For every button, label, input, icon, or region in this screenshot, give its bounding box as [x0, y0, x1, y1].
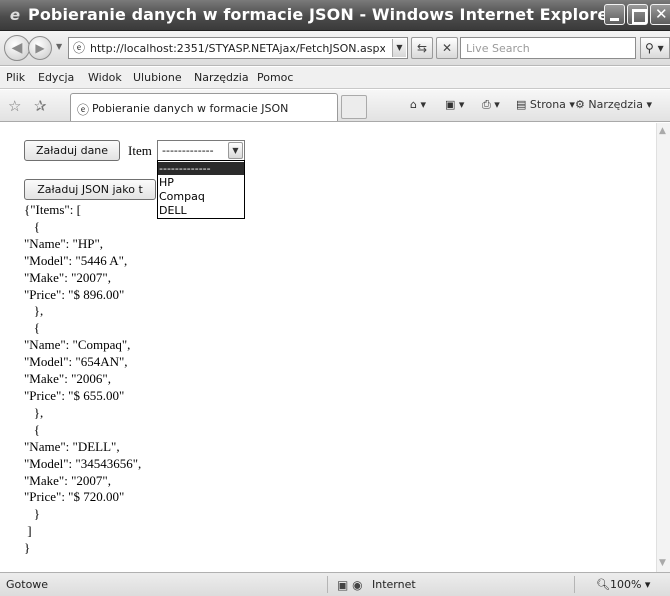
scroll-up-icon[interactable]: ▲: [659, 126, 666, 136]
search-icon[interactable]: ⚲ ▾: [640, 37, 670, 59]
json-line: "Price": "$ 896.00": [24, 286, 125, 302]
json-line: "Price": "$ 655.00": [24, 387, 125, 403]
menu-item-edit[interactable]: Edycja: [38, 71, 74, 84]
globe-icon: ▣ ◉: [337, 578, 363, 592]
page-icon: ▤: [516, 98, 527, 111]
window-title: Pobieranie danych w formacie JSON - Wind…: [28, 5, 617, 24]
menu-item-tools[interactable]: Narzędzia: [194, 71, 249, 84]
forward-button[interactable]: ▶: [28, 36, 52, 60]
json-line: }: [24, 540, 31, 556]
json-line: {"Items": [: [24, 202, 81, 217]
status-text: Gotowe: [6, 578, 49, 591]
status-divider: [327, 576, 328, 593]
maximize-button[interactable]: [627, 4, 648, 25]
status-bar: Gotowe ▣ ◉ Internet 🔍︎100% ▾: [0, 572, 670, 596]
vertical-scrollbar[interactable]: ▲ ▼: [656, 123, 670, 572]
json-line: {: [24, 320, 40, 336]
json-line: },: [24, 404, 44, 420]
item-select[interactable]: ------------- ▼: [157, 140, 245, 161]
json-line: },: [24, 303, 44, 319]
refresh-button[interactable]: ⇆: [411, 37, 433, 59]
json-line: "Price": "$ 720.00": [24, 489, 125, 505]
dropdown-option[interactable]: HP: [158, 176, 244, 189]
search-placeholder: Live Search: [466, 42, 530, 55]
json-line: "Name": "DELL",: [24, 438, 120, 454]
json-line: {: [24, 421, 40, 437]
menu-item-favorites[interactable]: Ulubione: [133, 71, 182, 84]
status-divider: [574, 576, 575, 593]
zoom-value: 100%: [609, 578, 642, 591]
favorites-star-icon[interactable]: ☆: [8, 97, 21, 115]
page-content: Załaduj dane Item ------------- ▼ Załadu…: [0, 123, 656, 572]
json-line: }: [24, 506, 40, 522]
url-text[interactable]: http://localhost:2351/STYASP.NETAjax/Fet…: [90, 42, 385, 55]
menu-item-file[interactable]: Plik: [6, 71, 25, 84]
tab-current[interactable]: ⓔ Pobieranie danych w formacie JSON: [70, 93, 338, 121]
home-icon[interactable]: ⌂ ▾: [410, 98, 426, 111]
stop-button[interactable]: ✕: [436, 37, 458, 59]
item-label: Item: [128, 143, 152, 158]
json-output: {"Items": [ {"Name": "HP", "Model": "5446…: [24, 202, 424, 557]
tab-favicon-icon: ⓔ: [77, 103, 90, 117]
gear-icon: ⚙: [575, 98, 585, 111]
json-line: "Model": "5446 A",: [24, 252, 128, 268]
add-favorites-icon[interactable]: ✰: [34, 97, 47, 115]
tab-toolbar: ☆ ✰ ⓔ Pobieranie danych w formacie JSON …: [0, 90, 670, 122]
zoom-level[interactable]: 🔍︎100% ▾: [596, 578, 650, 591]
menu-item-help[interactable]: Pomoc: [257, 71, 293, 84]
address-bar[interactable]: ⓔ http://localhost:2351/STYASP.NETAjax/F…: [68, 37, 408, 59]
tab-label: Pobieranie danych w formacie JSON: [92, 102, 289, 115]
json-line: "Name": "Compaq",: [24, 337, 131, 353]
print-icon[interactable]: ⎙ ▾: [482, 98, 500, 112]
minimize-button[interactable]: [604, 4, 625, 25]
close-button[interactable]: [650, 4, 670, 25]
url-dropdown-icon[interactable]: ▼: [392, 39, 406, 57]
json-line: {: [24, 218, 40, 234]
json-line: "Name": "HP",: [24, 235, 103, 251]
page-menu-button[interactable]: ▤ Strona ▾: [516, 98, 575, 111]
back-button[interactable]: ◀: [4, 35, 30, 61]
json-line: ]: [24, 523, 32, 539]
chevron-down-icon[interactable]: ▼: [228, 142, 243, 159]
tools-menu-button[interactable]: ⚙ Narzędzia ▾: [575, 98, 652, 111]
feeds-icon[interactable]: ▣ ▾: [445, 98, 464, 111]
security-zone: Internet: [372, 578, 416, 591]
page-menu-label: Strona: [529, 98, 566, 111]
json-line: "Make": "2006",: [24, 371, 111, 387]
load-data-button[interactable]: Załaduj dane: [24, 140, 120, 161]
ie-logo-icon: e: [9, 6, 21, 24]
dropdown-option[interactable]: -------------: [158, 162, 244, 175]
json-line: "Make": "2007",: [24, 472, 111, 488]
json-line: "Model": "654AN",: [24, 354, 128, 370]
load-json-button[interactable]: Załaduj JSON jako t: [24, 179, 156, 200]
menu-bar: Plik Edycja Widok Ulubione Narzędzia Pom…: [0, 67, 670, 89]
new-tab-button[interactable]: [341, 95, 367, 119]
history-dropdown-icon[interactable]: ▼: [56, 42, 62, 51]
title-bar: e Pobieranie danych w formacie JSON - Wi…: [0, 0, 670, 31]
json-line: "Model": "34543656",: [24, 455, 142, 471]
menu-item-view[interactable]: Widok: [88, 71, 122, 84]
json-line: "Make": "2007",: [24, 269, 111, 285]
page-favicon-icon: ⓔ: [73, 41, 86, 55]
address-toolbar: ◀ ▶ ▼ ⓔ http://localhost:2351/STYASP.NET…: [0, 31, 670, 66]
scroll-down-icon[interactable]: ▼: [659, 558, 666, 568]
tools-menu-label: Narzędzia: [588, 98, 643, 111]
item-select-value: -------------: [162, 144, 214, 157]
search-input[interactable]: Live Search: [460, 37, 636, 59]
